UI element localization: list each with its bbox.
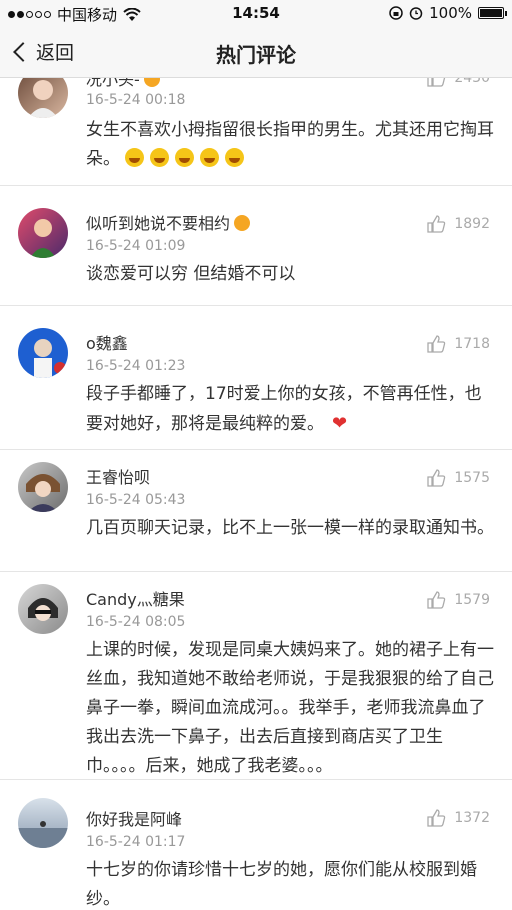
like-button[interactable]: 1575 xyxy=(426,468,490,488)
comment-item: 似听到她说不要相约 16-5-24 01:09 1892 谈恋爱可以穷 但结婚不… xyxy=(0,186,512,306)
thumbs-up-icon xyxy=(427,591,446,609)
like-count: 1372 xyxy=(454,810,490,826)
alarm-icon xyxy=(409,7,423,20)
like-count: 1579 xyxy=(454,592,490,608)
comment-time: 16-5-24 00:18 xyxy=(86,92,186,108)
status-bar: 中国移动 14:54 100% xyxy=(0,0,512,26)
battery-percent: 100% xyxy=(429,4,472,22)
avatar[interactable] xyxy=(18,462,68,512)
like-count: 1718 xyxy=(454,336,490,352)
user-name[interactable]: 王睿怡呗 xyxy=(86,464,150,488)
status-right: 100% xyxy=(389,4,507,22)
user-name[interactable]: 似听到她说不要相约 xyxy=(86,210,251,234)
avatar[interactable] xyxy=(18,78,68,118)
thumbs-up-icon xyxy=(427,215,446,233)
like-button[interactable]: 1372 xyxy=(426,808,490,828)
comment-time: 16-5-24 05:43 xyxy=(86,492,186,508)
comment-time: 16-5-24 01:23 xyxy=(86,358,186,374)
user-name[interactable]: Candy灬糖果 xyxy=(86,586,185,610)
comment-item: 王睿怡呗 16-5-24 05:43 1575 几百页聊天记录，比不上一张一模一… xyxy=(0,450,512,572)
thumbs-up-icon xyxy=(427,78,446,87)
user-name[interactable]: 你好我是阿峰 xyxy=(86,806,182,830)
comment-text: 几百页聊天记录，比不上一张一模一样的录取通知书。 xyxy=(86,518,494,538)
nav-bar: 返回 热门评论 xyxy=(0,26,512,78)
comment-text: 十七岁的你请珍惜十七岁的她，愿你们能从校服到婚纱。 xyxy=(86,860,477,909)
vip-badge-icon xyxy=(234,215,251,231)
user-name[interactable]: o魏鑫 xyxy=(86,330,128,354)
like-button[interactable]: 2430 xyxy=(426,78,490,88)
avatar[interactable] xyxy=(18,798,68,848)
comment-item: Candy灬糖果 16-5-24 08:05 1579 上课的时候，发现是同桌大… xyxy=(0,572,512,780)
laugh-emoji-icons xyxy=(125,148,250,169)
heart-icon: ❤ xyxy=(332,413,348,434)
like-button[interactable]: 1579 xyxy=(426,590,490,610)
comment-time: 16-5-24 01:17 xyxy=(86,834,186,850)
comment-text: 女生不喜欢小拇指留很长指甲的男生。尤其还用它掏耳朵。 xyxy=(86,120,494,169)
user-name[interactable]: 况小头- xyxy=(86,78,160,90)
like-count: 1575 xyxy=(454,470,490,486)
page-title: 热门评论 xyxy=(216,43,296,67)
rotation-lock-icon xyxy=(389,6,403,20)
comment-text: 上课的时候，发现是同桌大姨妈来了。她的裙子上有一丝血，我知道她不敢给老师说，于是… xyxy=(86,640,494,776)
battery-icon xyxy=(478,7,507,19)
like-count: 1892 xyxy=(454,216,490,232)
avatar[interactable] xyxy=(18,328,68,378)
comment-time: 16-5-24 01:09 xyxy=(86,238,186,254)
comment-text: 段子手都睡了，17时爱上你的女孩，不管再任性，也要对她好，那将是最纯粹的爱。 ❤ xyxy=(86,380,496,439)
avatar[interactable] xyxy=(18,208,68,258)
comment-item: 你好我是阿峰 16-5-24 01:17 1372 十七岁的你请珍惜十七岁的她，… xyxy=(0,780,512,910)
comment-list[interactable]: 况小头- 16-5-24 00:18 2430 女生不喜欢小拇指留很长指甲的男生… xyxy=(0,78,512,910)
comment-item: 况小头- 16-5-24 00:18 2430 女生不喜欢小拇指留很长指甲的男生… xyxy=(0,78,512,186)
comment-time: 16-5-24 08:05 xyxy=(86,614,186,630)
comment-item: o魏鑫 16-5-24 01:23 1718 段子手都睡了，17时爱上你的女孩，… xyxy=(0,306,512,450)
like-button[interactable]: 1718 xyxy=(426,334,490,354)
thumbs-up-icon xyxy=(427,335,446,353)
avatar[interactable] xyxy=(18,584,68,634)
like-count: 2430 xyxy=(454,78,490,86)
thumbs-up-icon xyxy=(427,469,446,487)
comment-text: 谈恋爱可以穷 但结婚不可以 xyxy=(86,264,296,284)
thumbs-up-icon xyxy=(427,809,446,827)
vip-badge-icon xyxy=(143,78,160,87)
like-button[interactable]: 1892 xyxy=(426,214,490,234)
